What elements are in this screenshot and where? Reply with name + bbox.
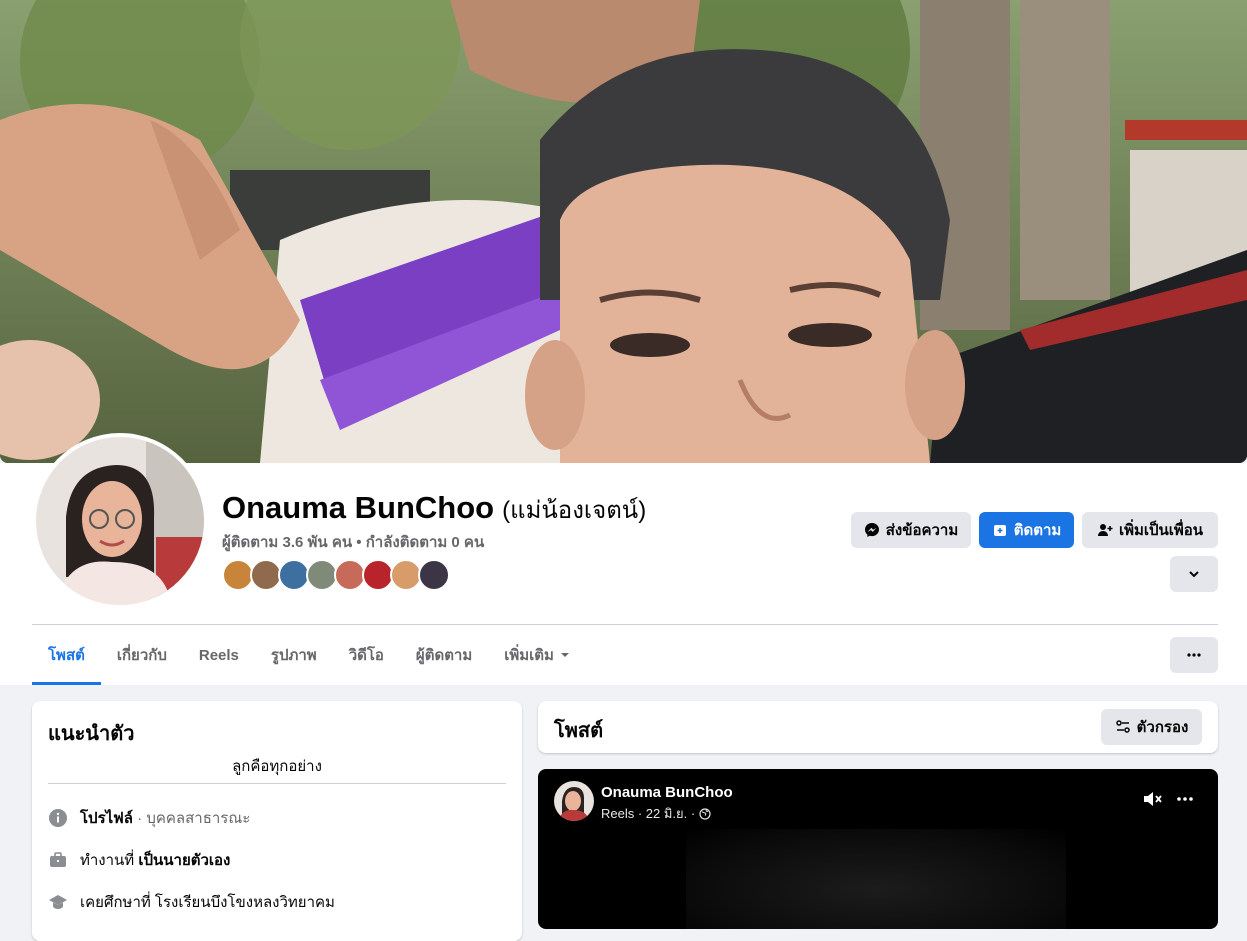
intro-profile-text: โปรไฟล์ · บุคคลสาธารณะ xyxy=(80,806,250,830)
intro-bio: ลูกคือทุกอย่าง xyxy=(232,758,322,775)
intro-title: แนะนำตัว xyxy=(48,723,135,745)
info-icon xyxy=(48,808,68,828)
more-icon xyxy=(1187,653,1201,657)
reel-meta-text[interactable]: Reels · 22 มิ.ย. · xyxy=(601,803,695,824)
intro-divider xyxy=(48,783,506,784)
intro-education-text[interactable]: เคยศึกษาที่ โรงเรียนบึงโขงหลงวิทยาคม xyxy=(80,890,335,914)
caret-down-icon xyxy=(560,653,569,657)
chevron-down-icon xyxy=(1189,571,1199,578)
intro-work-value[interactable]: เป็นนายตัวเอง xyxy=(138,852,230,869)
follow-button-label: ติดตาม xyxy=(1013,522,1062,539)
message-button[interactable]: ส่งข้อความ xyxy=(851,512,971,548)
briefcase-icon xyxy=(48,850,68,870)
cover-photo[interactable] xyxy=(0,0,1247,463)
tab-label: รูปภาพ xyxy=(270,647,317,664)
tab-label: Reels xyxy=(198,646,239,664)
profile-tabs: โพสต์ เกี่ยวกับ Reels รูปภาพ วิดีโอ ผู้ต… xyxy=(32,625,586,685)
graduation-cap-icon xyxy=(48,892,68,912)
intro-profile-item: โปรไฟล์ · บุคคลสาธารณะ xyxy=(48,806,250,830)
tab-label: โพสต์ xyxy=(48,647,85,664)
filter-button[interactable]: ตัวกรอง xyxy=(1101,709,1202,745)
intro-card: แนะนำตัว ลูกคือทุกอย่าง โปรไฟล์ · บุคคลส… xyxy=(32,701,522,941)
more-options-button[interactable] xyxy=(1170,637,1218,673)
tab-about[interactable]: เกี่ยวกับ xyxy=(101,625,183,685)
messenger-icon xyxy=(864,523,879,537)
follow-icon xyxy=(993,525,1006,536)
tab-posts[interactable]: โพสต์ xyxy=(32,625,101,685)
profile-header: Onauma BunChoo (แม่น้องเจตน์) ผู้ติดตาม … xyxy=(0,433,1247,685)
reel-author-avatar[interactable] xyxy=(554,781,594,821)
profile-name-row: Onauma BunChoo (แม่น้องเจตน์) xyxy=(222,490,646,529)
filter-icon xyxy=(1115,720,1130,733)
profile-name: Onauma BunChoo xyxy=(222,490,495,525)
intro-work-item: ทำงานที่ เป็นนายตัวเอง xyxy=(48,848,230,872)
tab-label: เกี่ยวกับ xyxy=(116,647,167,664)
follow-button[interactable]: ติดตาม xyxy=(979,512,1074,548)
mute-icon[interactable] xyxy=(1142,789,1164,809)
reel-video-frame[interactable] xyxy=(686,829,1066,929)
tab-photos[interactable]: รูปภาพ xyxy=(255,625,333,685)
tab-label: วิดีโอ xyxy=(348,647,384,664)
followers-count[interactable]: ผู้ติดตาม 3.6 พัน คน • กำลังติดตาม 0 คน xyxy=(222,530,484,554)
tab-followers[interactable]: ผู้ติดตาม xyxy=(400,625,488,685)
message-button-label: ส่งข้อความ xyxy=(885,522,959,539)
reel-author-name[interactable]: Onauma BunChoo xyxy=(601,784,733,801)
intro-work-text: ทำงานที่ เป็นนายตัวเอง xyxy=(80,848,230,872)
tab-reels[interactable]: Reels xyxy=(183,625,255,685)
reel-more-icon[interactable] xyxy=(1174,789,1196,809)
reel-post-card[interactable]: Onauma BunChoo Reels · 22 มิ.ย. · xyxy=(538,769,1218,929)
add-friend-button[interactable]: เพิ่มเป็นเพื่อน xyxy=(1082,512,1218,548)
globe-icon xyxy=(699,807,711,820)
intro-profile-label: โปรไฟล์ xyxy=(80,810,133,827)
follower-avatar[interactable] xyxy=(418,559,450,591)
tab-more[interactable]: เพิ่มเติม xyxy=(488,625,586,685)
add-friend-button-label: เพิ่มเป็นเพื่อน xyxy=(1118,522,1204,539)
tab-videos[interactable]: วิดีโอ xyxy=(333,625,400,685)
follower-avatars xyxy=(222,559,450,591)
profile-expand-button[interactable] xyxy=(1170,556,1218,592)
tab-label: ผู้ติดตาม xyxy=(415,647,473,664)
posts-header-card: โพสต์ ตัวกรอง xyxy=(538,701,1218,753)
profile-alt-name: (แม่น้องเจตน์) xyxy=(502,497,647,524)
profile-avatar[interactable] xyxy=(32,433,208,609)
intro-education-item: เคยศึกษาที่ โรงเรียนบึงโขงหลงวิทยาคม xyxy=(48,890,335,914)
posts-title: โพสต์ xyxy=(554,720,604,742)
tab-label: เพิ่มเติม xyxy=(504,647,554,664)
add-friend-icon xyxy=(1097,524,1113,536)
filter-button-label: ตัวกรอง xyxy=(1136,719,1189,736)
intro-work-prefix: ทำงานที่ xyxy=(80,852,139,869)
reel-meta: Reels · 22 มิ.ย. · xyxy=(601,803,711,824)
intro-profile-type: · บุคคลสาธารณะ xyxy=(133,810,251,827)
